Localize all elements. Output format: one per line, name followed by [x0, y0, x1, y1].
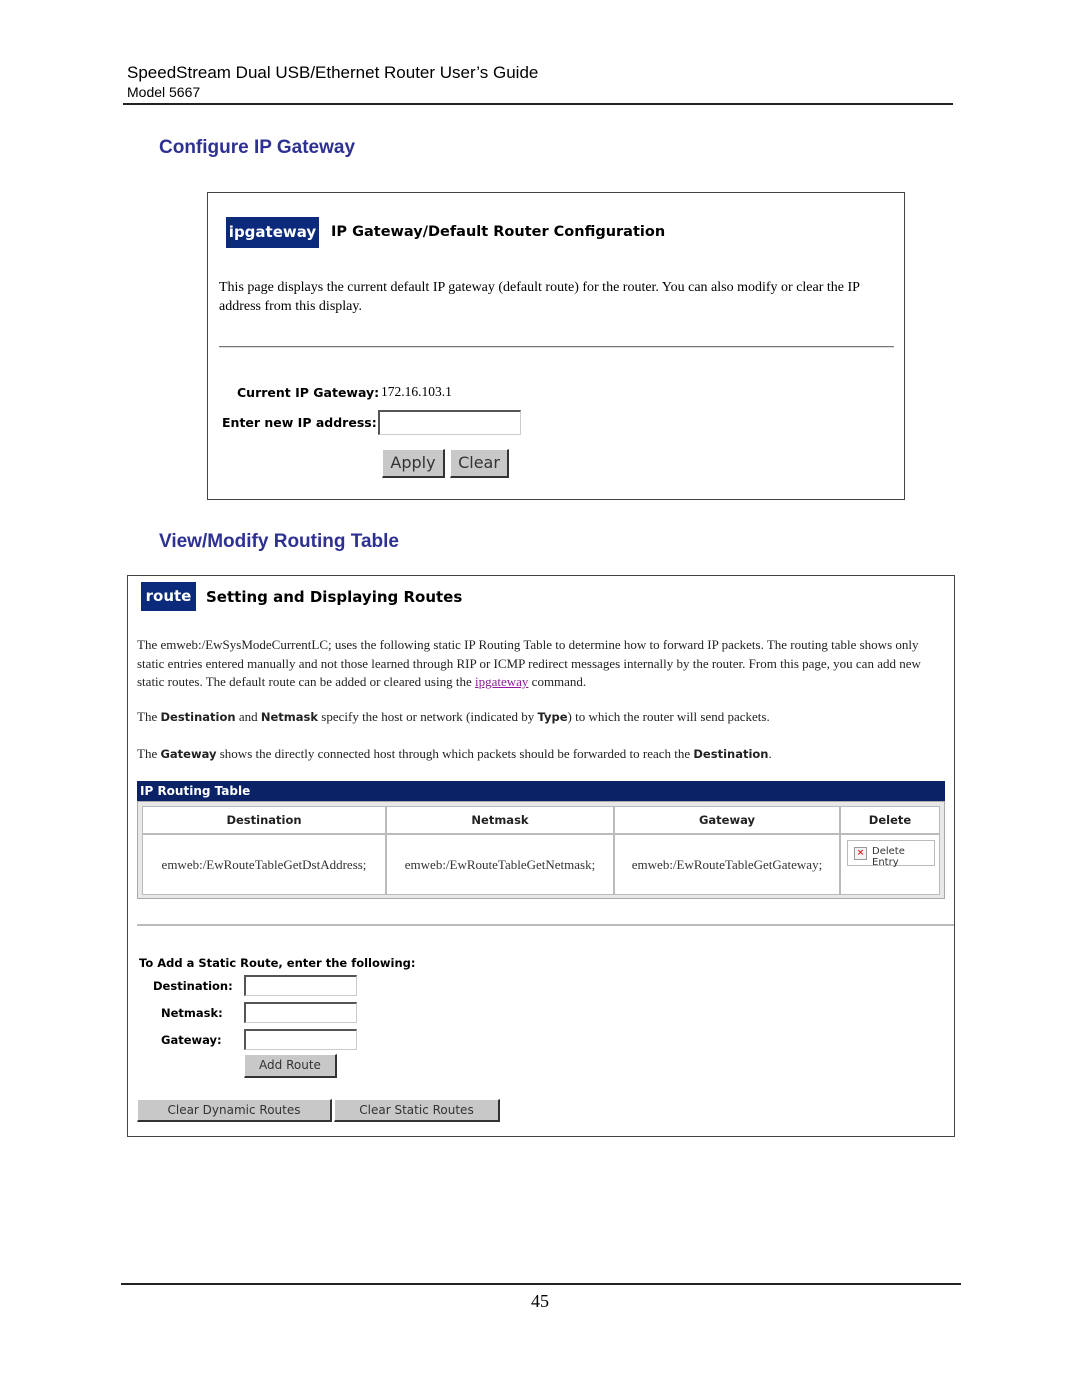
clear-static-routes-button[interactable]: Clear Static Routes [334, 1099, 500, 1122]
table-cell-delete: × Delete Entry [840, 834, 940, 895]
routing-table-title: IP Routing Table [137, 781, 945, 801]
ipgateway-screenshot: ipgateway IP Gateway/Default Router Conf… [207, 192, 905, 500]
clear-dynamic-routes-button[interactable]: Clear Dynamic Routes [137, 1099, 332, 1122]
netmask-label: Netmask: [161, 1006, 223, 1020]
route-divider [137, 924, 954, 926]
ipgateway-divider [219, 346, 894, 348]
column-header-netmask: Netmask [386, 806, 614, 834]
footer-divider [121, 1283, 961, 1285]
route-destination-paragraph: The Destination and Netmask specify the … [137, 709, 770, 724]
route-intro-paragraph: The emweb:/EwSysModeCurrentLC; uses the … [137, 637, 921, 689]
clear-button[interactable]: Clear [450, 449, 509, 478]
page-number: 45 [531, 1291, 549, 1311]
netmask-input[interactable] [244, 1002, 357, 1023]
route-heading: Setting and Displaying Routes [206, 588, 463, 606]
table-cell-netmask: emweb:/EwRouteTableGetNetmask; [386, 834, 614, 895]
new-ip-address-input[interactable] [378, 410, 521, 435]
document-model: Model 5667 [127, 84, 201, 100]
route-tag: route [141, 582, 196, 611]
gateway-input[interactable] [244, 1029, 357, 1050]
section-title-configure-ip-gateway: Configure IP Gateway [159, 137, 356, 158]
section-title-view-modify-routing-table: View/Modify Routing Table [159, 531, 399, 552]
ipgateway-description: This page displays the current default I… [219, 280, 860, 314]
routing-table: Destination Netmask Gateway Delete emweb… [137, 801, 945, 899]
delete-entry-label: Delete Entry [872, 846, 905, 868]
header-divider [123, 103, 953, 105]
gateway-label: Gateway: [161, 1033, 222, 1047]
add-route-button[interactable]: Add Route [244, 1054, 337, 1078]
ipgateway-link[interactable]: ipgateway [475, 674, 528, 689]
current-ip-gateway-value: 172.16.103.1 [381, 384, 452, 399]
table-cell-destination: emweb:/EwRouteTableGetDstAddress; [142, 834, 386, 895]
route-screenshot: route Setting and Displaying Routes The … [127, 575, 955, 1137]
add-static-route-heading: To Add a Static Route, enter the followi… [139, 956, 416, 970]
table-cell-gateway: emweb:/EwRouteTableGetGateway; [614, 834, 840, 895]
ipgateway-heading: IP Gateway/Default Router Configuration [331, 224, 666, 240]
column-header-destination: Destination [142, 806, 386, 834]
apply-button[interactable]: Apply [382, 449, 445, 478]
ipgateway-tag: ipgateway [226, 217, 319, 248]
route-gateway-paragraph: The Gateway shows the directly connected… [137, 746, 772, 761]
document-title: SpeedStream Dual USB/Ethernet Router Use… [127, 63, 539, 82]
delete-entry-button[interactable]: × Delete Entry [847, 840, 935, 868]
new-ip-address-label: Enter new IP address: [222, 415, 377, 430]
destination-input[interactable] [244, 975, 357, 996]
delete-x-icon: × [854, 847, 867, 860]
column-header-gateway: Gateway [614, 806, 840, 834]
current-ip-gateway-label: Current IP Gateway: [237, 385, 380, 400]
column-header-delete: Delete [840, 806, 940, 834]
destination-label: Destination: [153, 979, 233, 993]
